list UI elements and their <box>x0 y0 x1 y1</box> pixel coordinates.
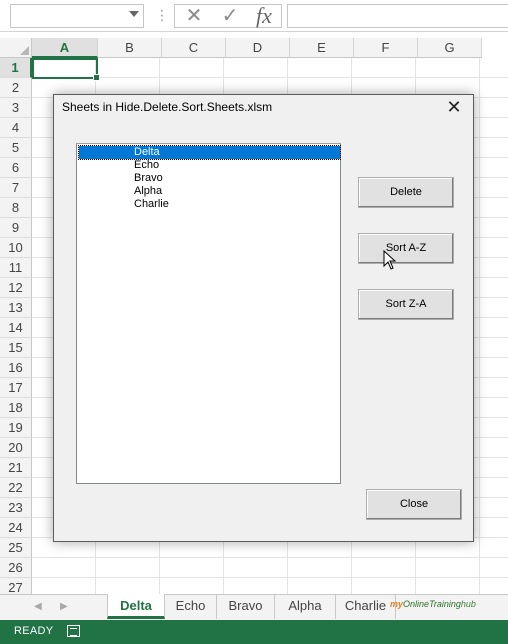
column-header[interactable]: B <box>98 38 162 58</box>
sheet-tab[interactable]: Bravo <box>217 594 275 619</box>
status-ready: READY <box>14 625 54 637</box>
macro-record-icon[interactable] <box>67 625 80 637</box>
scroll-left-icon[interactable]: ◀ <box>34 601 42 612</box>
chevron-down-icon[interactable] <box>129 11 139 17</box>
sheet-tab-bar: ◀ ▶ Delta Echo Bravo Alpha Charlie myOnl… <box>0 594 508 620</box>
close-icon[interactable]: ✕ <box>439 96 469 118</box>
sheet-tab[interactable]: Delta <box>107 594 165 619</box>
formula-input[interactable] <box>287 4 508 28</box>
sort-az-button[interactable]: Sort A-Z <box>358 233 454 264</box>
list-item[interactable]: Delta <box>78 145 341 160</box>
name-box[interactable] <box>10 4 144 28</box>
column-header[interactable]: G <box>418 38 482 58</box>
list-item[interactable]: Bravo <box>79 172 340 185</box>
scroll-right-icon[interactable]: ▶ <box>60 601 68 612</box>
sort-za-button[interactable]: Sort Z-A <box>358 289 454 320</box>
column-header[interactable]: A <box>32 38 98 58</box>
background-window-edge <box>0 95 9 595</box>
sheets-dialog: Sheets in Hide.Delete.Sort.Sheets.xlsm ✕… <box>53 94 474 542</box>
formula-bar: ⋮ ✕ ✓ fx <box>0 0 508 32</box>
select-all-corner[interactable] <box>0 38 32 58</box>
sheet-tab[interactable]: Echo <box>165 594 217 619</box>
column-header[interactable]: D <box>226 38 290 58</box>
list-item[interactable]: Alpha <box>79 185 340 198</box>
column-header[interactable]: F <box>354 38 418 58</box>
drag-handle-icon[interactable]: ⋮ <box>155 7 169 24</box>
dialog-title: Sheets in Hide.Delete.Sort.Sheets.xlsm <box>62 100 273 114</box>
mouse-pointer-icon <box>383 250 397 270</box>
sheet-tab[interactable]: Charlie <box>336 594 396 619</box>
insert-function-icon[interactable]: fx <box>249 5 279 27</box>
enter-icon[interactable]: ✓ <box>215 5 245 27</box>
cancel-icon[interactable]: ✕ <box>179 5 209 27</box>
status-bar: READY <box>0 620 508 644</box>
list-item[interactable]: Echo <box>79 159 340 172</box>
column-header[interactable]: E <box>290 38 354 58</box>
brand-logo: myOnlineTraininghub <box>390 599 476 609</box>
sheet-listbox[interactable]: Delta Echo Bravo Alpha Charlie <box>76 143 341 484</box>
sheet-tab[interactable]: Alpha <box>275 594 336 619</box>
close-button[interactable]: Close <box>366 489 462 520</box>
delete-button[interactable]: Delete <box>358 177 454 208</box>
row-header[interactable]: 1 <box>0 58 32 78</box>
column-header[interactable]: C <box>162 38 226 58</box>
formula-buttons: ✕ ✓ fx <box>174 4 282 28</box>
active-cell[interactable] <box>32 58 100 81</box>
list-item[interactable]: Charlie <box>79 198 340 211</box>
